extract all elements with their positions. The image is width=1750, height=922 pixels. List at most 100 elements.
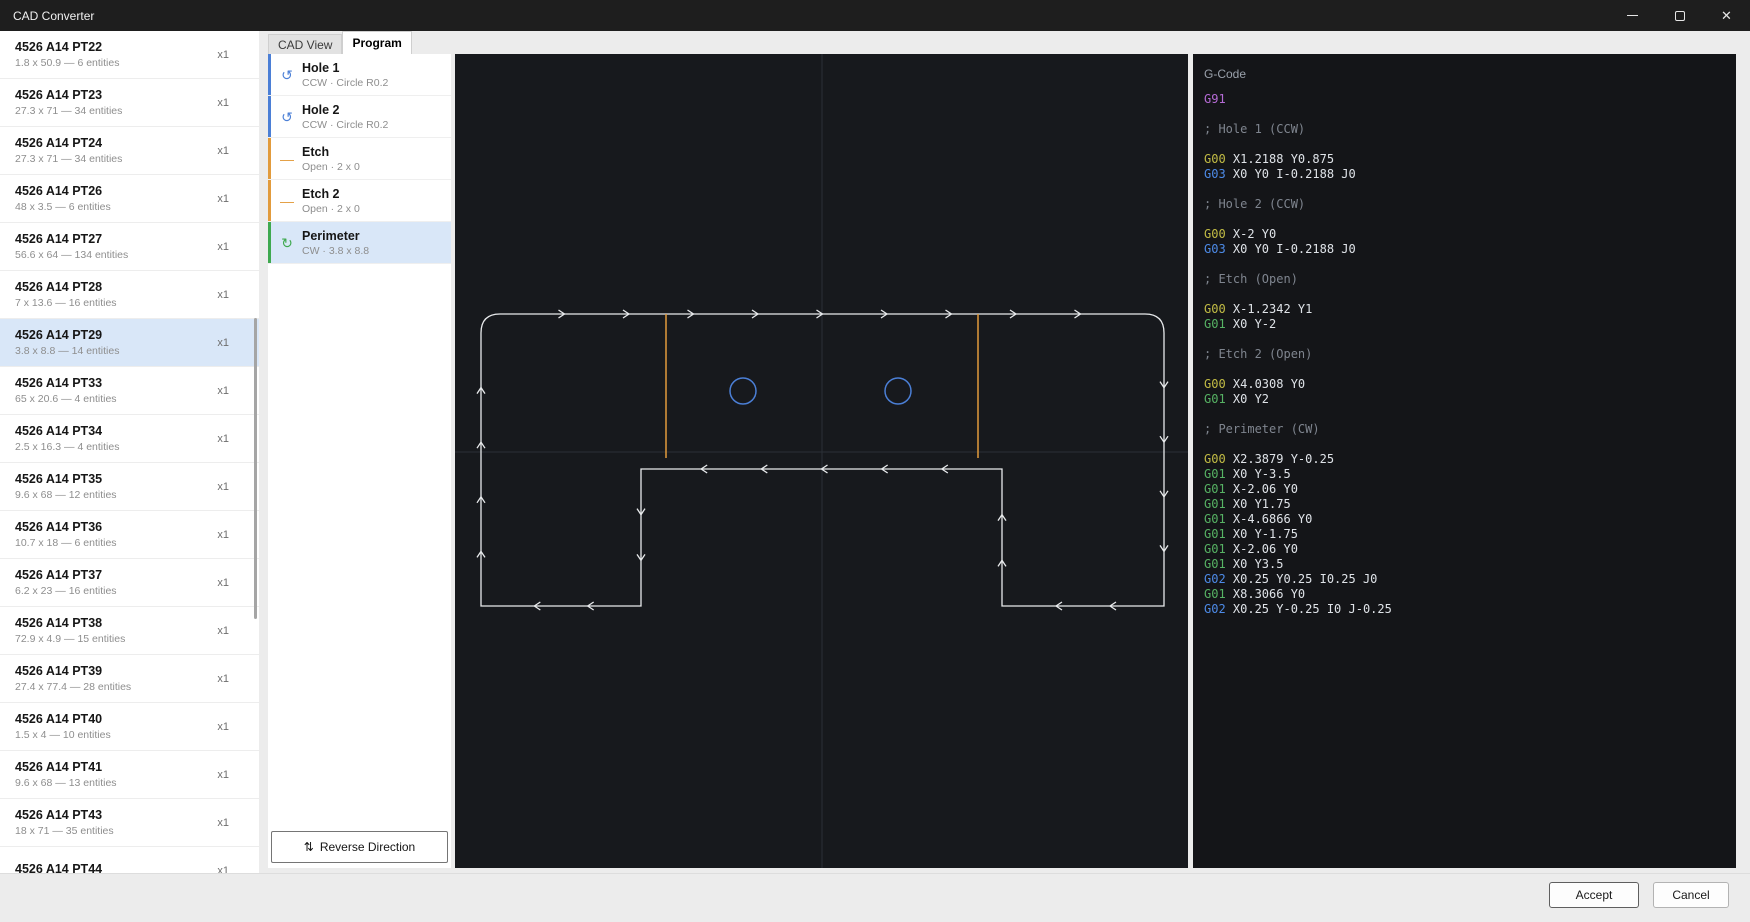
operation-name: Etch 2 <box>302 187 360 201</box>
part-name: 4526 A14 PT35 <box>15 472 217 486</box>
reverse-direction-label: Reverse Direction <box>320 840 415 854</box>
part-meta: 65 x 20.6 — 4 entities <box>15 393 217 405</box>
gcode-title: G-Code <box>1193 54 1736 92</box>
operation-item[interactable]: — Etch Open · 2 x 0 <box>268 138 451 180</box>
operation-item[interactable]: — Etch 2 Open · 2 x 0 <box>268 180 451 222</box>
gcode-line: G00 X-2 Y0 <box>1204 227 1736 242</box>
maximize-button[interactable] <box>1656 0 1703 31</box>
gcode-line <box>1204 107 1736 122</box>
program-panel: ↺ Hole 1 CCW · Circle R0.2 ↺ Hole 2 CCW … <box>268 54 451 868</box>
operation-name: Perimeter <box>302 229 369 243</box>
part-meta: 72.9 x 4.9 — 15 entities <box>15 633 217 645</box>
part-name: 4526 A14 PT43 <box>15 808 217 822</box>
part-quantity: x1 <box>217 433 229 445</box>
accept-button[interactable]: Accept <box>1549 882 1639 908</box>
operation-item[interactable]: ↺ Hole 2 CCW · Circle R0.2 <box>268 96 451 138</box>
operation-text: Perimeter CW · 3.8 x 8.8 <box>302 229 369 257</box>
part-quantity: x1 <box>217 769 229 781</box>
reverse-direction-button[interactable]: ⇅ Reverse Direction <box>271 831 448 863</box>
part-name: 4526 A14 PT33 <box>15 376 217 390</box>
minimize-button[interactable] <box>1609 0 1656 31</box>
part-item[interactable]: 4526 A14 PT41 9.6 x 68 — 13 entities x1 <box>0 751 259 799</box>
part-meta: 2.5 x 16.3 — 4 entities <box>15 441 217 453</box>
part-quantity: x1 <box>217 529 229 541</box>
gcode-line: G01 X-4.6866 Y0 <box>1204 512 1736 527</box>
gcode-line: G91 <box>1204 92 1736 107</box>
part-item[interactable]: 4526 A14 PT33 65 x 20.6 — 4 entities x1 <box>0 367 259 415</box>
part-item[interactable]: 4526 A14 PT39 27.4 x 77.4 — 28 entities … <box>0 655 259 703</box>
reverse-direction-icon: ⇅ <box>304 841 314 853</box>
operation-direction-icon: ↺ <box>277 68 297 82</box>
tab-program[interactable]: Program <box>342 31 411 54</box>
part-item[interactable]: 4526 A14 PT44 x1 <box>0 847 259 873</box>
part-meta: 7 x 13.6 — 16 entities <box>15 297 217 309</box>
operation-direction-icon: ↻ <box>277 236 297 250</box>
gcode-line: G01 X0 Y-2 <box>1204 317 1736 332</box>
operation-meta: CW · 3.8 x 8.8 <box>302 245 369 257</box>
part-item[interactable]: 4526 A14 PT22 1.8 x 50.9 — 6 entities x1 <box>0 31 259 79</box>
sidebar-scrollbar-thumb[interactable] <box>254 318 257 619</box>
cancel-button[interactable]: Cancel <box>1653 882 1729 908</box>
part-item[interactable]: 4526 A14 PT27 56.6 x 64 — 134 entities x… <box>0 223 259 271</box>
part-text: 4526 A14 PT26 48 x 3.5 — 6 entities <box>15 184 217 213</box>
minimize-icon <box>1627 15 1638 16</box>
gcode-line <box>1204 137 1736 152</box>
close-button[interactable]: ✕ <box>1703 0 1750 31</box>
maximize-icon <box>1675 11 1685 21</box>
operation-accent-bar <box>268 54 271 95</box>
part-meta: 27.3 x 71 — 34 entities <box>15 105 217 117</box>
part-text: 4526 A14 PT33 65 x 20.6 — 4 entities <box>15 376 217 405</box>
gcode-line: G00 X-1.2342 Y1 <box>1204 302 1736 317</box>
operation-item[interactable]: ↺ Hole 1 CCW · Circle R0.2 <box>268 54 451 96</box>
part-item[interactable]: 4526 A14 PT34 2.5 x 16.3 — 4 entities x1 <box>0 415 259 463</box>
part-item[interactable]: 4526 A14 PT43 18 x 71 — 35 entities x1 <box>0 799 259 847</box>
part-text: 4526 A14 PT40 1.5 x 4 — 10 entities <box>15 712 217 741</box>
part-name: 4526 A14 PT44 <box>15 862 217 873</box>
part-text: 4526 A14 PT36 10.7 x 18 — 6 entities <box>15 520 217 549</box>
part-item[interactable]: 4526 A14 PT29 3.8 x 8.8 — 14 entities x1 <box>0 319 259 367</box>
tab-cad-view[interactable]: CAD View <box>268 34 342 54</box>
part-drawing <box>455 54 1188 868</box>
part-name: 4526 A14 PT27 <box>15 232 217 246</box>
footer-bar: Accept Cancel <box>0 873 1750 922</box>
part-item[interactable]: 4526 A14 PT28 7 x 13.6 — 16 entities x1 <box>0 271 259 319</box>
part-text: 4526 A14 PT44 <box>15 862 217 873</box>
part-meta: 48 x 3.5 — 6 entities <box>15 201 217 213</box>
gcode-line <box>1204 332 1736 347</box>
part-quantity: x1 <box>217 97 229 109</box>
operation-meta: Open · 2 x 0 <box>302 161 360 173</box>
close-icon: ✕ <box>1721 9 1732 22</box>
part-item[interactable]: 4526 A14 PT23 27.3 x 71 — 34 entities x1 <box>0 79 259 127</box>
gcode-line <box>1204 362 1736 377</box>
operation-name: Hole 2 <box>302 103 388 117</box>
part-item[interactable]: 4526 A14 PT35 9.6 x 68 — 12 entities x1 <box>0 463 259 511</box>
part-text: 4526 A14 PT35 9.6 x 68 — 12 entities <box>15 472 217 501</box>
part-quantity: x1 <box>217 817 229 829</box>
hole-circle <box>885 378 911 404</box>
part-text: 4526 A14 PT43 18 x 71 — 35 entities <box>15 808 217 837</box>
part-quantity: x1 <box>217 337 229 349</box>
view-tabstrip: CAD View Program <box>268 31 412 54</box>
titlebar: CAD Converter ✕ <box>0 0 1750 31</box>
part-item[interactable]: 4526 A14 PT26 48 x 3.5 — 6 entities x1 <box>0 175 259 223</box>
part-name: 4526 A14 PT23 <box>15 88 217 102</box>
part-text: 4526 A14 PT27 56.6 x 64 — 134 entities <box>15 232 217 261</box>
part-name: 4526 A14 PT36 <box>15 520 217 534</box>
part-item[interactable]: 4526 A14 PT24 27.3 x 71 — 34 entities x1 <box>0 127 259 175</box>
part-meta: 10.7 x 18 — 6 entities <box>15 537 217 549</box>
gcode-line: G02 X0.25 Y-0.25 I0 J-0.25 <box>1204 602 1736 617</box>
cad-canvas[interactable] <box>455 54 1188 868</box>
gcode-line: G01 X-2.06 Y0 <box>1204 542 1736 557</box>
hole-circle <box>730 378 756 404</box>
part-quantity: x1 <box>217 145 229 157</box>
part-item[interactable]: 4526 A14 PT36 10.7 x 18 — 6 entities x1 <box>0 511 259 559</box>
part-item[interactable]: 4526 A14 PT38 72.9 x 4.9 — 15 entities x… <box>0 607 259 655</box>
operation-direction-icon: — <box>277 152 297 166</box>
operation-item[interactable]: ↻ Perimeter CW · 3.8 x 8.8 <box>268 222 451 264</box>
part-item[interactable]: 4526 A14 PT37 6.2 x 23 — 16 entities x1 <box>0 559 259 607</box>
operation-accent-bar <box>268 138 271 179</box>
part-name: 4526 A14 PT24 <box>15 136 217 150</box>
gcode-line <box>1204 437 1736 452</box>
part-text: 4526 A14 PT22 1.8 x 50.9 — 6 entities <box>15 40 217 69</box>
part-item[interactable]: 4526 A14 PT40 1.5 x 4 — 10 entities x1 <box>0 703 259 751</box>
